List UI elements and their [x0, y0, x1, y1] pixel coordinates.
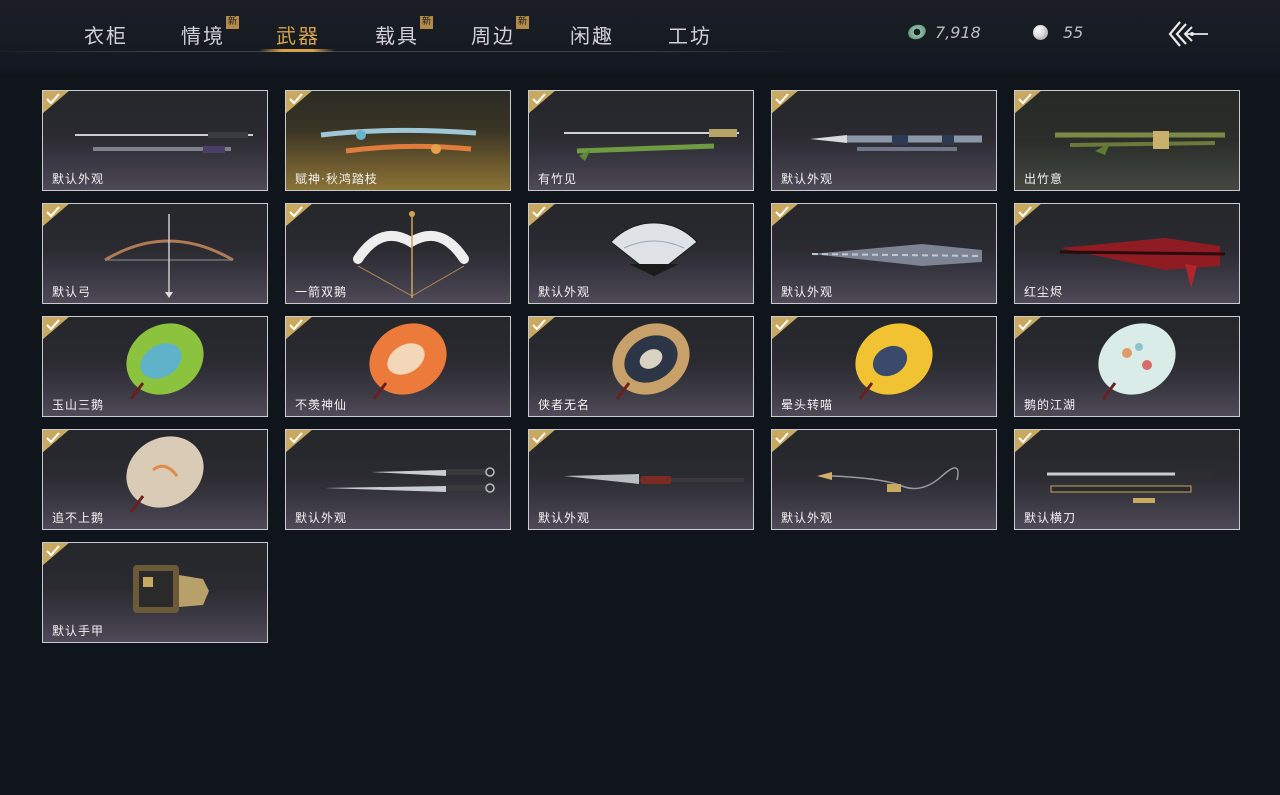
pearl-icon [1033, 24, 1048, 40]
new-badge: 新 [226, 16, 239, 29]
tab-label: 衣柜 [84, 24, 128, 48]
tab-label: 闲趣 [570, 24, 614, 48]
skin-name: 默认手甲 [52, 624, 105, 638]
equipped-check-icon [286, 317, 312, 340]
tab-scenes[interactable]: 情境 新 [181, 16, 239, 52]
pearl-amount: 55 [1063, 22, 1084, 42]
equipped-check-icon [772, 204, 798, 227]
tab-label: 情境 [181, 24, 225, 48]
skin-name: 赋神·秋鸿踏枝 [295, 172, 378, 186]
equipped-check-icon [529, 204, 555, 227]
pearl-currency: 55 [1033, 22, 1083, 42]
jade-coin-icon [906, 22, 928, 42]
weapon-skin-card[interactable]: 玉山三鹅 [42, 316, 268, 417]
weapon-skin-card[interactable]: 默认外观 [285, 429, 511, 530]
tab-label: 工坊 [668, 24, 712, 48]
weapon-skin-card[interactable]: 追不上鹅 [42, 429, 268, 530]
equipped-check-icon [43, 204, 69, 227]
tab-accessories[interactable]: 周边 新 [471, 16, 529, 52]
skin-name: 不羡神仙 [295, 398, 348, 412]
weapon-skin-card[interactable]: 默认横刀 [1014, 429, 1240, 530]
skin-name: 默认外观 [538, 285, 591, 299]
skin-name: 一箭双鹅 [295, 285, 348, 299]
equipped-check-icon [286, 430, 312, 453]
weapon-skin-card[interactable]: 默认手甲 [42, 542, 268, 643]
equipped-check-icon [43, 91, 69, 114]
skin-name: 默认外观 [295, 511, 348, 525]
weapon-skin-card[interactable]: 一箭双鹅 [285, 203, 511, 304]
skin-name: 默认外观 [781, 172, 834, 186]
equipped-check-icon [43, 317, 69, 340]
weapon-skin-card[interactable]: 默认外观 [528, 429, 754, 530]
skin-name: 默认外观 [781, 285, 834, 299]
weapon-skin-card[interactable]: 晕头转喵 [771, 316, 997, 417]
equipped-check-icon [1015, 91, 1041, 114]
tab-label: 载具 [375, 24, 419, 48]
equipped-check-icon [772, 91, 798, 114]
equipped-check-icon [43, 543, 69, 566]
weapon-skin-card[interactable]: 默认外观 [771, 90, 997, 191]
equipped-check-icon [529, 91, 555, 114]
jade-currency: 7,918 [906, 22, 981, 42]
skin-name: 有竹见 [538, 172, 578, 186]
new-badge: 新 [516, 16, 529, 29]
skin-name: 默认外观 [538, 511, 591, 525]
equipped-check-icon [529, 430, 555, 453]
back-button[interactable] [1166, 18, 1210, 50]
new-badge: 新 [420, 16, 433, 29]
tab-label: 周边 [471, 24, 515, 48]
tab-workshop[interactable]: 工坊 [668, 20, 712, 52]
weapon-skin-card[interactable]: 默认外观 [771, 429, 997, 530]
skin-name: 鹅的江湖 [1024, 398, 1077, 412]
weapon-skin-card[interactable]: 红尘烬 [1014, 203, 1240, 304]
equipped-check-icon [286, 91, 312, 114]
skin-name: 玉山三鹅 [52, 398, 105, 412]
equipped-check-icon [772, 317, 798, 340]
equipped-check-icon [286, 204, 312, 227]
skin-name: 默认弓 [52, 285, 92, 299]
weapon-skin-card[interactable]: 默认外观 [528, 203, 754, 304]
tab-vehicles[interactable]: 载具 新 [375, 16, 433, 52]
weapon-skin-card[interactable]: 有竹见 [528, 90, 754, 191]
tab-label: 武器 [276, 24, 320, 48]
equipped-check-icon [772, 430, 798, 453]
equipped-check-icon [1015, 430, 1041, 453]
equipped-check-icon [1015, 204, 1041, 227]
skin-name: 默认外观 [781, 511, 834, 525]
top-bar: 衣柜 情境 新 武器 载具 新 周边 新 闲趣 工坊 7,918 55 [0, 0, 1280, 74]
equipped-check-icon [1015, 317, 1041, 340]
weapon-skin-card[interactable]: 赋神·秋鸿踏枝 [285, 90, 511, 191]
weapon-skin-card[interactable]: 默认弓 [42, 203, 268, 304]
skin-name: 出竹意 [1024, 172, 1064, 186]
skin-name: 默认横刀 [1024, 511, 1077, 525]
back-arrow-icon [1168, 21, 1208, 47]
weapon-skin-card[interactable]: 鹅的江湖 [1014, 316, 1240, 417]
skin-name: 默认外观 [52, 172, 105, 186]
skin-name: 红尘烬 [1024, 285, 1064, 299]
tab-wardrobe[interactable]: 衣柜 [84, 20, 128, 52]
weapon-skin-card[interactable]: 不羡神仙 [285, 316, 511, 417]
jade-amount: 7,918 [935, 22, 981, 42]
weapon-skin-card[interactable]: 侠者无名 [528, 316, 754, 417]
weapon-skin-card[interactable]: 默认外观 [42, 90, 268, 191]
active-tab-indicator [259, 49, 335, 52]
tab-weapons[interactable]: 武器 [276, 20, 320, 52]
skin-name: 追不上鹅 [52, 511, 105, 525]
weapon-skin-card[interactable]: 默认外观 [771, 203, 997, 304]
equipped-check-icon [43, 430, 69, 453]
skin-name: 侠者无名 [538, 398, 591, 412]
weapon-skin-card[interactable]: 出竹意 [1014, 90, 1240, 191]
tab-leisure[interactable]: 闲趣 [570, 20, 614, 52]
equipped-check-icon [529, 317, 555, 340]
skin-name: 晕头转喵 [781, 398, 834, 412]
